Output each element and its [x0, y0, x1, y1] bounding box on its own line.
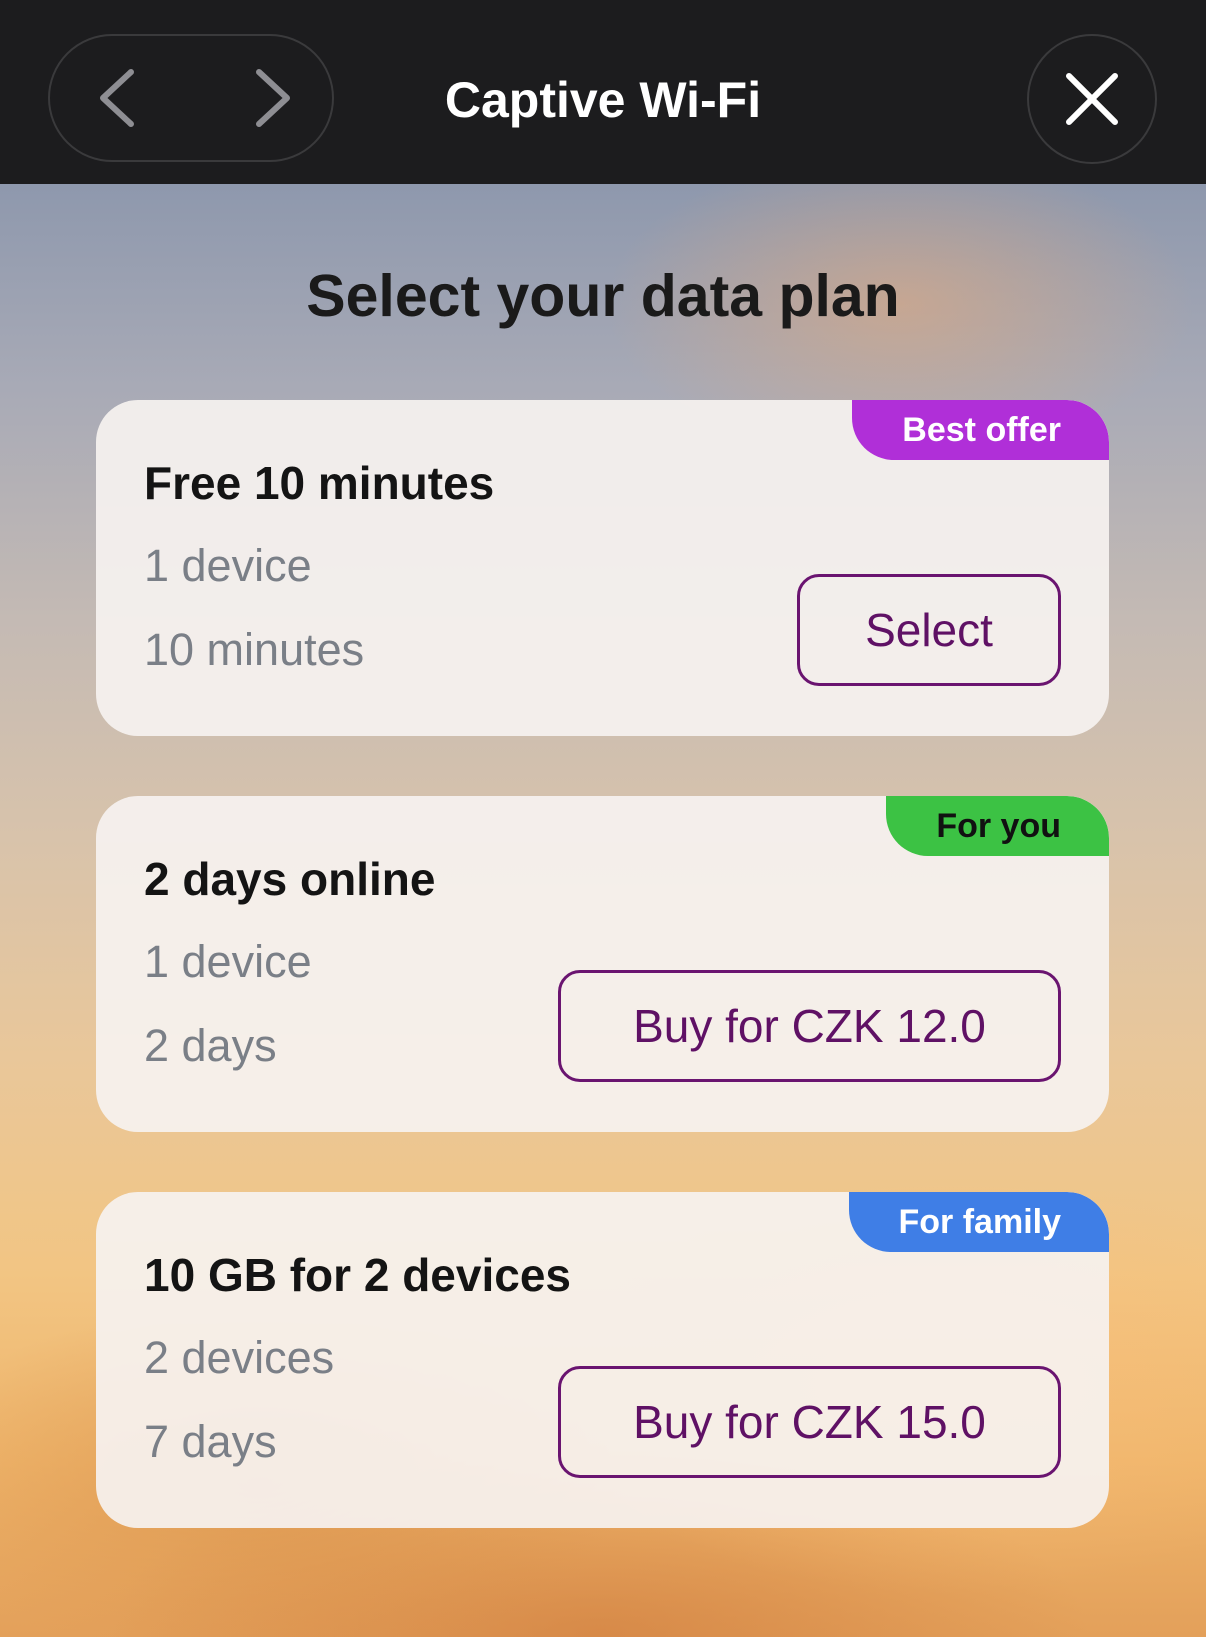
- select-plan-button[interactable]: Select: [797, 574, 1061, 686]
- close-icon: [1066, 73, 1118, 125]
- plan-devices: 2 devices: [144, 1332, 335, 1383]
- plan-duration: 7 days: [144, 1416, 277, 1467]
- close-button[interactable]: [1027, 34, 1157, 164]
- plan-card-2-days: For you 2 days online 1 device 2 days Bu…: [96, 796, 1109, 1132]
- plan-title: Free 10 minutes: [144, 457, 495, 509]
- buy-plan-button[interactable]: Buy for CZK 15.0: [558, 1366, 1061, 1478]
- plan-badge: For you: [886, 796, 1109, 856]
- plan-card-family: For family 10 GB for 2 devices 2 devices…: [96, 1192, 1109, 1528]
- plan-duration: 2 days: [144, 1020, 277, 1071]
- page-heading: Select your data plan: [306, 263, 900, 329]
- plan-devices: 1 device: [144, 936, 312, 987]
- navigation-controls: [48, 34, 334, 162]
- portal-content: Select your data plan Best offer Free 10…: [0, 184, 1206, 1637]
- plan-duration: 10 minutes: [144, 624, 365, 675]
- chevron-left-icon: [100, 69, 134, 127]
- forward-button[interactable]: [218, 36, 328, 160]
- buy-plan-button[interactable]: Buy for CZK 12.0: [558, 970, 1061, 1082]
- chevron-right-icon: [256, 69, 290, 127]
- top-bar: Captive Wi-Fi: [0, 0, 1206, 184]
- plan-card-free: Best offer Free 10 minutes 1 device 10 m…: [96, 400, 1109, 736]
- plan-badge: For family: [848, 1192, 1109, 1252]
- plan-badge: Best offer: [852, 400, 1109, 460]
- plan-title: 10 GB for 2 devices: [144, 1249, 571, 1301]
- back-button[interactable]: [62, 36, 172, 160]
- plan-devices: 1 device: [144, 540, 312, 591]
- plan-title: 2 days online: [144, 853, 436, 905]
